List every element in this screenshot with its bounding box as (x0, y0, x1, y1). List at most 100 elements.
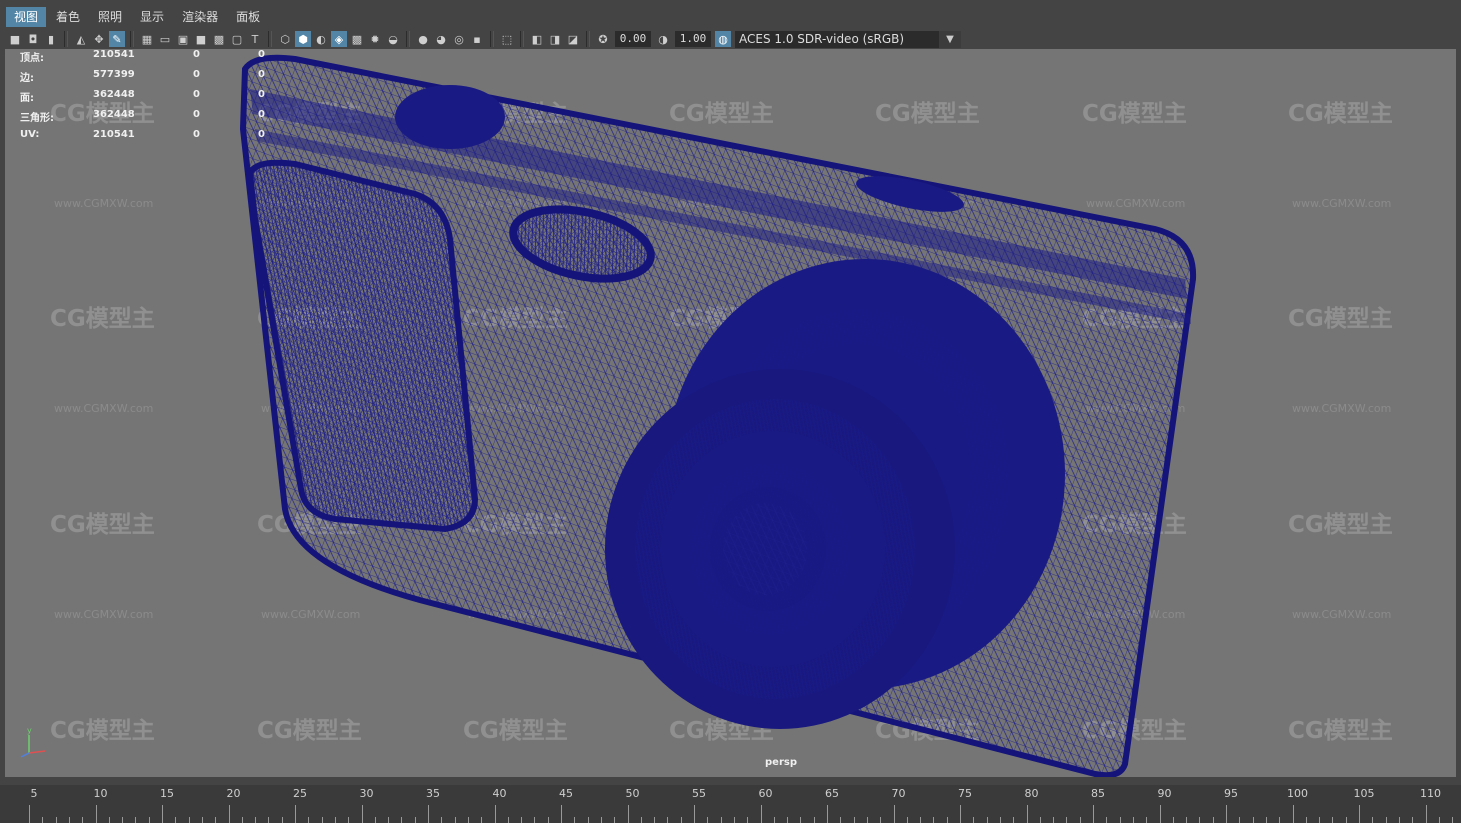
film-gate-icon[interactable]: ▭ (157, 31, 173, 47)
timeline-tick (627, 805, 629, 823)
timeline-tick (1319, 817, 1321, 823)
hud-row-uvs: UV: 210541 0 0 (20, 129, 265, 140)
timeline-tick (255, 817, 257, 823)
xray-icon[interactable]: ◧ (529, 31, 545, 47)
menu-show[interactable]: 显示 (132, 7, 172, 27)
grid-icon[interactable]: ▦ (139, 31, 155, 47)
timeline-frame-label: 80 (1024, 787, 1039, 800)
perspective-viewport[interactable]: CG模型主www.CGMXW.comCG模型主www.CGMXW.comCG模型… (5, 49, 1456, 777)
viewport-toolbar: ■ ◘ ▮ ◭ ✥ ✎ ▦ ▭ ▣ ■ ▩ ▢ T ⬡ ⬢ ◐ ◈ ▩ ✹ ◒ … (0, 28, 1461, 50)
timeline-tick (840, 817, 842, 823)
menu-panels[interactable]: 面板 (228, 7, 268, 27)
toolbar-divider (490, 31, 494, 47)
resolution-gate-icon[interactable]: ▣ (175, 31, 191, 47)
timeline-tick (747, 817, 749, 823)
toolbar-divider (130, 31, 134, 47)
timeline-frame-label: 15 (160, 787, 174, 800)
timeline-tick (1039, 817, 1041, 823)
anti-aliasing-icon[interactable]: ◎ (451, 31, 467, 47)
depth-of-field-icon[interactable]: ▪ (469, 31, 485, 47)
wireframe-on-shaded-icon[interactable]: ◈ (331, 31, 347, 47)
bookmark-icon[interactable]: ▮ (43, 31, 59, 47)
timeline-frame-label: 75 (958, 787, 972, 800)
image-plane-icon[interactable]: ◭ (73, 31, 89, 47)
timeline-tick (68, 817, 70, 823)
2d-pan-zoom-icon[interactable]: ✥ (91, 31, 107, 47)
timeline-tick (268, 817, 270, 823)
timeline-tick (388, 817, 390, 823)
toolbar-divider (586, 31, 590, 47)
timeline-tick (933, 817, 935, 823)
hud-row-vertices: 顶点: 210541 0 0 (20, 49, 265, 64)
hud-row-edges: 边: 577399 0 0 (20, 69, 265, 84)
menu-view[interactable]: 视图 (6, 7, 47, 27)
timeline-tick (1292, 805, 1294, 823)
timeline-tick (654, 817, 656, 823)
timeline-tick (241, 817, 243, 823)
timeline-tick (348, 817, 350, 823)
timeline-tick (1305, 817, 1307, 823)
timeline-tick (414, 817, 416, 823)
toolbar-divider (268, 31, 272, 47)
timeline-frame-label: 70 (891, 787, 906, 800)
timeline-tick (1079, 817, 1081, 823)
timeline-tick (201, 817, 203, 823)
time-slider[interactable]: 5 10 15 20 25 30 35 40 45 50 55 60 65 70 75 80 85 90 95 100… (0, 785, 1461, 823)
chevron-down-icon[interactable]: ▼ (939, 30, 961, 48)
isolate-select-icon[interactable]: ⬚ (499, 31, 515, 47)
timeline-tick (374, 817, 376, 823)
screen-space-ao-icon[interactable]: ● (415, 31, 431, 47)
menu-shading[interactable]: 着色 (48, 7, 88, 27)
xray-active-icon[interactable]: ◨ (547, 31, 563, 47)
timeline-tick (521, 817, 523, 823)
timeline-tick (1385, 817, 1387, 823)
safe-action-icon[interactable]: ▢ (229, 31, 245, 47)
grease-pencil-icon[interactable]: ✎ (109, 31, 125, 47)
timeline-tick (29, 805, 30, 823)
timeline-frame-label: 105 (1353, 787, 1375, 800)
timeline-tick (228, 805, 230, 823)
maya-window: 视图 着色 照明 显示 渲染器 面板 ■ ◘ ▮ ◭ ✥ ✎ ▦ ▭ ▣ ■ ▩… (0, 0, 1461, 823)
gate-mask-icon[interactable]: ■ (193, 31, 209, 47)
timeline-tick (946, 817, 948, 823)
field-chart-icon[interactable]: ▩ (211, 31, 227, 47)
viewport-menu-bar: 视图 着色 照明 显示 渲染器 面板 (0, 6, 1461, 28)
timeline-tick (122, 817, 124, 823)
hud-row-triangles: 三角形: 362448 0 0 (20, 109, 265, 124)
motion-blur-icon[interactable]: ◕ (433, 31, 449, 47)
timeline-tick (707, 817, 709, 823)
exposure-icon[interactable]: ◑ (655, 31, 671, 47)
default-material-icon[interactable]: ◐ (313, 31, 329, 47)
timeline-tick (215, 817, 217, 823)
xray-joints-icon[interactable]: ◪ (565, 31, 581, 47)
timeline-tick (1106, 817, 1108, 823)
timeline-tick (973, 817, 975, 823)
menu-lighting[interactable]: 照明 (90, 7, 130, 27)
camera-icon[interactable]: ■ (7, 31, 23, 47)
camera-attributes-icon[interactable]: ◘ (25, 31, 41, 47)
color-management-icon[interactable]: ◍ (715, 31, 731, 47)
exposure-field[interactable]: 1.00 (675, 31, 711, 47)
timeline-tick (813, 817, 815, 823)
timeline-tick (773, 817, 775, 823)
timeline-tick (1398, 817, 1400, 823)
lights-icon[interactable]: ✹ (367, 31, 383, 47)
timeline-tick (667, 817, 669, 823)
shadows-icon[interactable]: ◒ (385, 31, 401, 47)
timeline-tick (1186, 817, 1188, 823)
smooth-shade-icon[interactable]: ⬢ (295, 31, 311, 47)
timeline-frame-label: 20 (226, 787, 241, 800)
timeline-tick (1345, 817, 1347, 823)
textured-icon[interactable]: ▩ (349, 31, 365, 47)
wireframe-icon[interactable]: ⬡ (277, 31, 293, 47)
gamma-field[interactable]: 0.00 (615, 31, 651, 47)
menu-renderer[interactable]: 渲染器 (174, 7, 226, 27)
safe-title-icon[interactable]: T (247, 31, 263, 47)
color-management-dropdown[interactable]: ACES 1.0 SDR-video (sRGB) ▼ (735, 30, 961, 48)
color-management-value: ACES 1.0 SDR-video (sRGB) (739, 31, 905, 46)
timeline-frame-label: 85 (1091, 787, 1105, 800)
timeline-tick (640, 817, 642, 823)
timeline-tick (95, 805, 97, 823)
gamma-icon[interactable]: ✪ (595, 31, 611, 47)
timeline-tick (1372, 817, 1374, 823)
